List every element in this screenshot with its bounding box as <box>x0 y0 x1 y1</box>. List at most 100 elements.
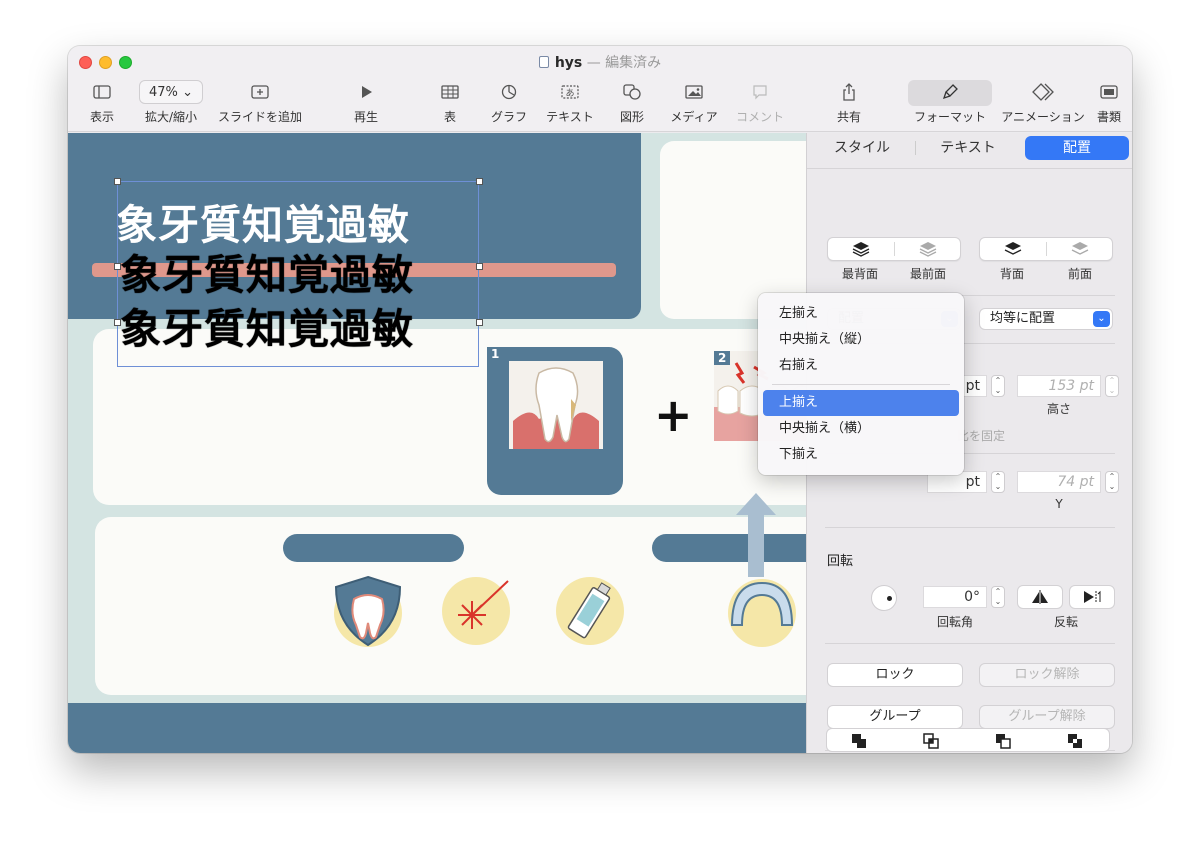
slide-pill-left[interactable] <box>283 534 464 562</box>
rotate-angle-label: 回転角 <box>936 615 973 629</box>
menu-align-bottom[interactable]: 下揃え <box>763 442 959 468</box>
arrow-up-icon <box>736 493 776 577</box>
rotate-dial[interactable] <box>871 585 897 611</box>
toolbar-comment[interactable]: コメント <box>732 80 788 125</box>
toolbar-comment-label: コメント <box>735 110 784 124</box>
bring-to-front-button[interactable] <box>895 238 961 260</box>
resize-handle-tl[interactable] <box>114 178 121 185</box>
group-button[interactable]: グループ <box>827 705 963 729</box>
send-to-back-button[interactable] <box>828 238 894 260</box>
toolbar-add-slide-label: スライドを追加 <box>217 110 302 124</box>
toolbar-text-label: テキスト <box>546 110 594 124</box>
add-slide-icon <box>216 80 304 104</box>
rotate-stepper[interactable]: ⌃ ⌄ <box>991 586 1005 608</box>
menu-align-center-horizontal[interactable]: 中央揃え（横） <box>763 416 959 442</box>
zoom-select[interactable]: 47% ⌄ <box>139 80 203 104</box>
unlock-button[interactable]: ロック解除 <box>979 663 1115 687</box>
flip-vertical-icon <box>1084 590 1101 603</box>
resize-handle-mr[interactable] <box>476 263 483 270</box>
y-stepper[interactable]: ⌃ ⌄ <box>1105 471 1119 493</box>
tab-style[interactable]: スタイル <box>817 136 907 160</box>
subtract-icon[interactable] <box>995 733 1011 749</box>
animate-diamond-icon <box>998 80 1088 104</box>
resize-handle-bl[interactable] <box>114 319 121 326</box>
boolean-ops-segment <box>826 728 1110 752</box>
resize-handle-ml[interactable] <box>114 263 121 270</box>
comment-icon <box>732 80 788 104</box>
flip-horizontal-button[interactable] <box>1017 585 1063 609</box>
toolbar-view-label: 表示 <box>89 110 114 124</box>
plus-sign: + <box>654 388 693 442</box>
svg-text:あ: あ <box>565 88 574 99</box>
tab-text[interactable]: テキスト <box>923 136 1013 160</box>
document-name: hys <box>554 55 583 71</box>
width-stepper[interactable]: ⌃ ⌄ <box>991 375 1005 397</box>
shape-icon <box>614 80 650 104</box>
menu-align-top[interactable]: 上揃え <box>763 390 959 416</box>
shield-tooth-icon <box>334 575 402 647</box>
bring-to-front-label: 最前面 <box>909 267 946 281</box>
toolbar-text[interactable]: あ テキスト <box>542 80 598 125</box>
toolbar-animate-label: アニメーション <box>1001 110 1085 124</box>
intersect-icon[interactable] <box>923 733 939 749</box>
slide-canvas[interactable]: 1 + 2 象牙質知覚過敏 象牙質知覚過敏 象牙質知覚過敏 <box>68 133 806 753</box>
menu-align-right[interactable]: 右揃え <box>763 353 959 379</box>
paintbrush-icon <box>910 80 990 104</box>
window-title: hys — 編集済み <box>68 52 1132 72</box>
toolbar-play[interactable]: 再生 <box>350 80 382 125</box>
rotate-angle-field[interactable]: 0° <box>923 586 987 608</box>
chevron-down-icon: ⌄ <box>1093 311 1110 327</box>
keynote-window: hys — 編集済み 表示 47% ⌄ 拡大/縮小 スライドを追加 再生 表 グ… <box>68 46 1132 753</box>
resize-handle-br[interactable] <box>476 319 483 326</box>
y-field[interactable]: 74 pt <box>1017 471 1101 493</box>
height-field[interactable]: 153 pt <box>1017 375 1101 397</box>
menu-align-center-vertical[interactable]: 中央揃え（縦） <box>763 327 959 353</box>
send-backward-button[interactable] <box>980 238 1046 260</box>
toolbar-shape[interactable]: 図形 <box>614 80 650 125</box>
lock-button[interactable]: ロック <box>827 663 963 687</box>
height-label: 高さ <box>1046 402 1071 416</box>
toolbar-chart[interactable]: グラフ <box>486 80 532 125</box>
layer-forward-icon <box>1071 242 1089 255</box>
toolbar-play-label: 再生 <box>353 110 378 124</box>
ungroup-button[interactable]: グループ解除 <box>979 705 1115 729</box>
toolbar-add-slide[interactable]: スライドを追加 <box>216 80 304 125</box>
slide-bottom-band <box>68 703 806 753</box>
rotate-dial-dot <box>887 596 892 601</box>
exclude-icon[interactable] <box>1067 733 1083 749</box>
title-bar: hys — 編集済み 表示 47% ⌄ 拡大/縮小 スライドを追加 再生 表 グ… <box>68 46 1132 132</box>
toolbar-view[interactable]: 表示 <box>82 80 122 125</box>
layers-back-icon <box>852 242 870 257</box>
toolbar-media[interactable]: メディア <box>666 80 722 125</box>
backward-forward-segment <box>979 237 1113 261</box>
tooth-gum-image <box>509 361 603 449</box>
x-stepper[interactable]: ⌃ ⌄ <box>991 471 1005 493</box>
chart-icon <box>486 80 532 104</box>
flip-label: 反転 <box>1053 615 1078 629</box>
menu-separator <box>772 384 950 385</box>
resize-handle-tr[interactable] <box>476 178 483 185</box>
toolbar-zoom[interactable]: 47% ⌄ 拡大/縮小 <box>138 80 204 125</box>
edit-status: 編集済み <box>605 55 662 71</box>
tab-arrange[interactable]: 配置 <box>1025 136 1129 160</box>
constrain-proportions-label[interactable]: 比を固定 <box>957 427 1027 444</box>
sidebar-icon <box>82 80 122 104</box>
distribute-popup[interactable]: 均等に配置 ⌄ <box>979 308 1113 330</box>
y-label: Y <box>1055 497 1063 511</box>
flip-vertical-button[interactable] <box>1069 585 1115 609</box>
bring-forward-button[interactable] <box>1047 238 1113 260</box>
toolbar-document-label: 書類 <box>1096 110 1121 124</box>
toolbar-document[interactable]: 書類 <box>1094 80 1124 125</box>
selection-box[interactable] <box>117 181 479 367</box>
slide-tile-1[interactable]: 1 <box>487 347 623 495</box>
chevron-down-icon: ⌄ <box>182 84 193 100</box>
tabs-divider <box>807 168 1132 169</box>
toolbar-format[interactable]: フォーマット <box>910 80 990 125</box>
toolbar-table[interactable]: 表 <box>434 80 466 125</box>
toolbar-animate[interactable]: アニメーション <box>998 80 1088 125</box>
unite-icon[interactable] <box>851 733 867 749</box>
menu-align-left[interactable]: 左揃え <box>763 301 959 327</box>
slide-pill-right[interactable] <box>652 534 806 562</box>
toolbar-share[interactable]: 共有 <box>832 80 866 125</box>
height-stepper[interactable]: ⌃ ⌄ <box>1105 375 1119 397</box>
